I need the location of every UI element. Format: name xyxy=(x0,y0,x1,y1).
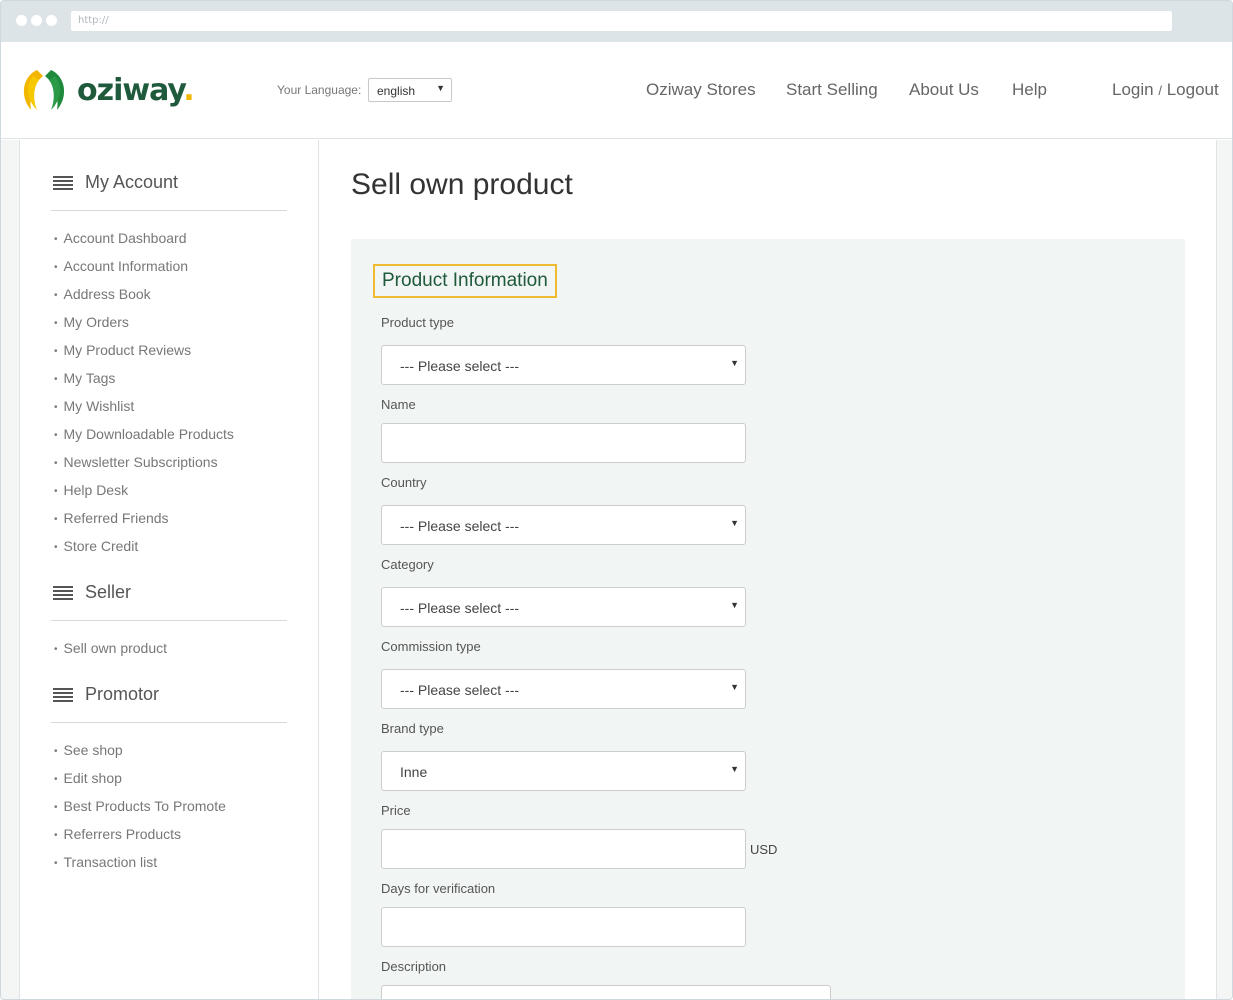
description-textarea[interactable] xyxy=(381,985,831,999)
page-title: Sell own product xyxy=(351,168,573,201)
sidebar-item-downloadable-products[interactable]: • My Downloadable Products xyxy=(54,426,234,442)
price-currency: USD xyxy=(750,842,778,857)
commission-type-label: Commission type xyxy=(381,639,481,654)
price-input[interactable] xyxy=(381,829,746,869)
name-label: Name xyxy=(381,397,416,412)
sidebar-item-account-dashboard[interactable]: • Account Dashboard xyxy=(54,230,186,246)
divider xyxy=(51,210,287,211)
brand-type-select[interactable]: Inne ▼ xyxy=(381,751,746,791)
list-icon xyxy=(53,687,73,702)
sidebar-item-referred-friends[interactable]: • Referred Friends xyxy=(54,510,169,526)
nav-start-selling[interactable]: Start Selling xyxy=(786,80,878,100)
language-value: english xyxy=(377,84,416,98)
nav-oziway-stores[interactable]: Oziway Stores xyxy=(646,80,756,100)
sidebar-item-best-products-to-promote[interactable]: • Best Products To Promote xyxy=(54,798,226,814)
login-link[interactable]: Login xyxy=(1112,80,1154,99)
sidebar-item-address-book[interactable]: • Address Book xyxy=(54,286,151,302)
days-verification-label: Days for verification xyxy=(381,881,496,896)
login-logout: Login / Logout xyxy=(1112,80,1219,100)
sidebar-item-newsletter-subscriptions[interactable]: • Newsletter Subscriptions xyxy=(54,454,218,470)
commission-type-value: --- Please select --- xyxy=(400,682,520,698)
list-icon xyxy=(53,175,73,190)
window-dot-close[interactable] xyxy=(16,15,27,26)
divider xyxy=(51,722,287,723)
sidebar-heading-promotor: Promotor xyxy=(53,684,159,705)
address-bar[interactable]: http:// xyxy=(71,11,1172,31)
login-separator: / xyxy=(1158,83,1162,98)
brand-type-label: Brand type xyxy=(381,721,444,736)
language-label: Your Language: xyxy=(277,83,362,97)
sidebar-item-my-wishlist[interactable]: • My Wishlist xyxy=(54,398,134,414)
country-label: Country xyxy=(381,475,427,490)
window-dot-maximize[interactable] xyxy=(46,15,57,26)
main-content: Sell own product Product Information Pro… xyxy=(319,140,1217,999)
sidebar-item-my-orders[interactable]: • My Orders xyxy=(54,314,129,330)
sidebar: My Account • Account Dashboard • Account I… xyxy=(19,140,319,999)
browser-toolbar: http:// xyxy=(1,1,1232,42)
sidebar-heading-label: My Account xyxy=(85,172,179,192)
nav-help[interactable]: Help xyxy=(1012,80,1047,100)
commission-type-select[interactable]: --- Please select --- ▼ xyxy=(381,669,746,709)
category-label: Category xyxy=(381,557,434,572)
sidebar-item-edit-shop[interactable]: • Edit shop xyxy=(54,770,122,786)
logout-link[interactable]: Logout xyxy=(1167,80,1219,99)
logo-wordmark: oziway. xyxy=(77,72,195,108)
sidebar-item-referrers-products[interactable]: • Referrers Products xyxy=(54,826,181,842)
window-dot-minimize[interactable] xyxy=(31,15,42,26)
browser-window: http:// oziway. Your Language: english ▼… xyxy=(0,0,1233,1000)
category-value: --- Please select --- xyxy=(400,600,520,616)
section-title: Product Information xyxy=(373,264,557,298)
days-verification-input[interactable] xyxy=(381,907,746,947)
product-type-select[interactable]: --- Please select --- ▼ xyxy=(381,345,746,385)
product-type-value: --- Please select --- xyxy=(400,358,520,374)
country-value: --- Please select --- xyxy=(400,518,520,534)
sidebar-item-store-credit[interactable]: • Store Credit xyxy=(54,538,138,554)
sidebar-item-my-tags[interactable]: • My Tags xyxy=(54,370,115,386)
sidebar-item-help-desk[interactable]: • Help Desk xyxy=(54,482,128,498)
sidebar-heading-seller: Seller xyxy=(53,582,131,603)
product-type-label: Product type xyxy=(381,315,454,330)
sidebar-item-transaction-list[interactable]: • Transaction list xyxy=(54,854,157,870)
site-header: oziway. Your Language: english ▼ Oziway … xyxy=(1,42,1232,139)
sidebar-heading-my-account: My Account xyxy=(53,172,178,193)
country-select[interactable]: --- Please select --- ▼ xyxy=(381,505,746,545)
nav-about-us[interactable]: About Us xyxy=(909,80,979,100)
chevron-down-icon: ▼ xyxy=(730,682,739,692)
chevron-down-icon: ▼ xyxy=(730,764,739,774)
category-select[interactable]: --- Please select --- ▼ xyxy=(381,587,746,627)
price-label: Price xyxy=(381,803,411,818)
brand-type-value: Inne xyxy=(400,764,428,780)
sidebar-heading-label: Seller xyxy=(85,582,132,602)
chevron-down-icon: ▼ xyxy=(436,83,445,93)
name-input[interactable] xyxy=(381,423,746,463)
language-select[interactable]: english ▼ xyxy=(368,78,452,102)
site-logo[interactable]: oziway. xyxy=(17,66,195,114)
sidebar-item-my-product-reviews[interactable]: • My Product Reviews xyxy=(54,342,191,358)
sidebar-item-sell-own-product[interactable]: • Sell own product xyxy=(54,640,167,656)
description-label: Description xyxy=(381,959,447,974)
sidebar-heading-label: Promotor xyxy=(85,684,160,704)
chevron-down-icon: ▼ xyxy=(730,518,739,528)
list-icon xyxy=(53,585,73,600)
sidebar-item-account-information[interactable]: • Account Information xyxy=(54,258,188,274)
divider xyxy=(51,620,287,621)
logo-mark-icon xyxy=(23,70,65,110)
product-form-panel: Product Information Product type --- Ple… xyxy=(351,239,1185,999)
sidebar-item-see-shop[interactable]: • See shop xyxy=(54,742,123,758)
chevron-down-icon: ▼ xyxy=(730,358,739,368)
chevron-down-icon: ▼ xyxy=(730,600,739,610)
